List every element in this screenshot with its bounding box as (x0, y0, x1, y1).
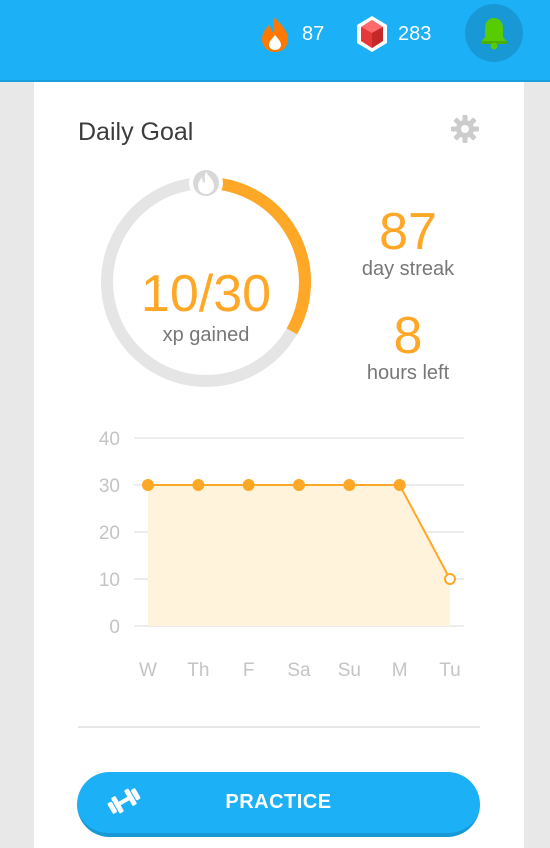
flame-icon (262, 17, 288, 52)
data-point (242, 479, 255, 491)
x-tick-label: Tu (439, 660, 460, 681)
x-tick-label: Su (338, 660, 361, 681)
bell-icon (481, 18, 507, 50)
hours-left-summary: 8 hours left (334, 308, 482, 385)
gem-counter[interactable]: 283 (356, 14, 431, 54)
streak-count: 87 (302, 22, 325, 45)
streak-days-label: day streak (361, 258, 455, 280)
y-tick-label: 10 (99, 570, 120, 591)
xp-progress-label: xp gained (162, 324, 250, 346)
streak-counter[interactable]: 87 (258, 14, 324, 54)
x-tick-label: Sa (287, 660, 311, 681)
gem-icon (357, 16, 387, 52)
xp-history-chart: 0 10 20 30 40 W Th F Sa Su M Tu (99, 429, 464, 681)
x-tick-label: W (139, 660, 157, 681)
practice-label: PRACTICE (225, 791, 332, 813)
data-point (293, 479, 305, 491)
x-tick-label: F (243, 660, 255, 681)
y-tick-label: 30 (99, 476, 120, 497)
dumbbell-icon (107, 788, 141, 814)
y-tick-label: 20 (99, 523, 120, 544)
data-point (444, 573, 456, 585)
streak-summary: 87 day streak (334, 204, 482, 281)
x-tick-label: M (392, 660, 408, 681)
divider (78, 726, 480, 728)
gear-icon[interactable] (450, 114, 480, 144)
data-point (192, 479, 205, 491)
y-tick-label: 40 (99, 429, 120, 450)
top-bar: 87 283 (0, 0, 550, 82)
notifications-button[interactable] (465, 4, 523, 62)
y-tick-label: 0 (109, 617, 120, 638)
data-point (343, 479, 356, 491)
x-tick-label: Th (187, 660, 209, 681)
gem-count: 283 (398, 22, 432, 45)
daily-goal-card: Daily Goal 10/30 xp gained 87 day streak… (34, 82, 524, 848)
xp-progress-value: 10/30 (140, 265, 272, 323)
card-title: Daily Goal (78, 118, 194, 146)
area-fill (148, 485, 450, 626)
flame-badge-icon (189, 168, 223, 200)
practice-button[interactable]: PRACTICE (77, 772, 480, 837)
data-point (142, 479, 154, 491)
hours-left-label: hours left (366, 362, 450, 384)
streak-days-value: 87 (379, 203, 437, 261)
hours-left-value: 8 (393, 307, 423, 365)
data-point (393, 479, 406, 491)
